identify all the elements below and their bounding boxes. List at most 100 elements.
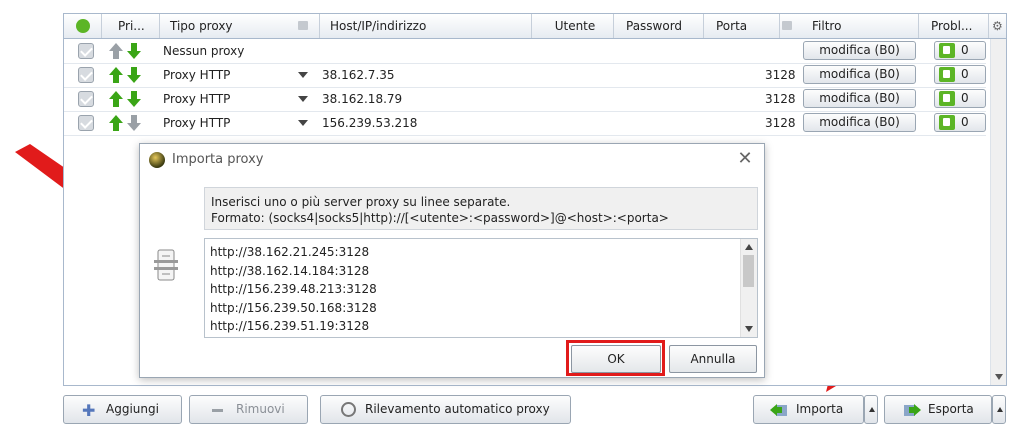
table-header: Pri... Tipo proxy Host/IP/indirizzo Uten… <box>63 13 1007 39</box>
import-icon <box>770 404 787 416</box>
header-problems[interactable]: Probl... <box>919 14 989 38</box>
row-enabled-checkbox[interactable] <box>78 43 94 59</box>
lock-icon <box>298 21 308 30</box>
instruction-line: Inserisci uno o più server proxy su line… <box>211 195 511 209</box>
problems-count: 0 <box>961 91 969 105</box>
problems-count: 0 <box>961 115 969 129</box>
add-button[interactable]: ✚ Aggiungi <box>63 395 182 424</box>
edit-filter-button[interactable]: modifica (B0) <box>803 113 916 132</box>
type-dropdown-icon[interactable] <box>298 72 308 78</box>
row-proxy-type[interactable]: Nessun proxy <box>163 39 244 63</box>
row-host[interactable]: 38.162.7.35 <box>322 63 395 87</box>
thumbs-up-icon <box>939 91 955 106</box>
cancel-button[interactable]: Annulla <box>669 345 757 373</box>
close-icon[interactable]: ✕ <box>736 150 754 168</box>
header-filter[interactable]: Filtro <box>800 14 919 38</box>
header-settings[interactable]: ⚙ <box>989 14 1007 38</box>
document-icon <box>154 249 178 281</box>
proxy-line: http://156.239.51.19:3128 <box>210 319 370 333</box>
type-dropdown-icon[interactable] <box>298 96 308 102</box>
proxy-line: http://38.162.14.184:3128 <box>210 263 370 278</box>
row-proxy-type[interactable]: Proxy HTTP <box>163 63 230 87</box>
edit-filter-button[interactable]: modifica (B0) <box>803 41 916 60</box>
scroll-up-icon[interactable] <box>745 244 753 250</box>
plus-icon: ✚ <box>82 401 96 420</box>
problems-button[interactable]: 0 <box>934 65 986 84</box>
problems-count: 0 <box>961 43 969 57</box>
row-host[interactable]: 38.162.18.79 <box>322 87 402 111</box>
caret-up-icon <box>869 407 875 412</box>
list-scrollbar[interactable] <box>990 39 1006 385</box>
edit-filter-button[interactable]: modifica (B0) <box>803 89 916 108</box>
remove-button-label: Rimuovi <box>236 402 285 416</box>
proxy-list-textarea[interactable]: http://38.162.21.245:3128 http://38.162.… <box>204 238 758 338</box>
table-row[interactable]: Nessun proxy modifica (B0) 0 <box>64 39 986 64</box>
row-port[interactable]: 3128 <box>765 63 796 87</box>
problems-button[interactable]: 0 <box>934 113 986 132</box>
scroll-down-icon[interactable] <box>745 326 753 332</box>
check-header-icon <box>76 19 90 33</box>
edit-filter-button[interactable]: modifica (B0) <box>803 65 916 84</box>
globe-search-icon <box>341 402 356 417</box>
autodetect-proxy-button[interactable]: Rilevamento automatico proxy <box>320 395 571 424</box>
arrow-down-icon[interactable] <box>126 42 142 60</box>
arrow-down-icon[interactable] <box>126 90 142 108</box>
arrow-up-icon[interactable] <box>108 90 124 108</box>
arrow-down-icon[interactable] <box>126 66 142 84</box>
add-button-label: Aggiungi <box>106 402 159 416</box>
remove-button[interactable]: Rimuovi <box>189 395 308 424</box>
row-enabled-checkbox[interactable] <box>78 115 94 131</box>
arrow-up-icon[interactable] <box>108 114 124 132</box>
globe-icon <box>149 152 165 168</box>
import-button-label: Importa <box>796 402 844 416</box>
row-port[interactable]: 3128 <box>765 111 796 135</box>
gear-icon: ⚙ <box>992 19 1003 33</box>
problems-button[interactable]: 0 <box>934 41 986 60</box>
row-proxy-type[interactable]: Proxy HTTP <box>163 87 230 111</box>
table-row[interactable]: Proxy HTTP 38.162.18.79 3128 modifica (B… <box>64 87 986 112</box>
thumbs-up-icon <box>939 67 955 82</box>
caret-up-icon <box>997 407 1003 412</box>
row-host[interactable]: 156.239.53.218 <box>322 111 417 135</box>
header-user[interactable]: Utente <box>532 14 614 38</box>
export-button-label: Esporta <box>928 402 974 416</box>
proxy-line: http://156.239.50.168:3128 <box>210 300 377 315</box>
proxy-line: http://38.162.21.245:3128 <box>210 245 370 259</box>
textarea-scrollbar[interactable] <box>740 239 757 337</box>
row-proxy-type[interactable]: Proxy HTTP <box>163 111 230 135</box>
export-button[interactable]: Esporta <box>884 395 992 424</box>
problems-count: 0 <box>961 67 969 81</box>
scroll-down-icon[interactable] <box>995 374 1003 380</box>
table-row[interactable]: Proxy HTTP 156.239.53.218 3128 modifica … <box>64 111 986 136</box>
header-host[interactable]: Host/IP/indirizzo <box>320 14 532 38</box>
scroll-thumb[interactable] <box>743 255 754 287</box>
problems-button[interactable]: 0 <box>934 89 986 108</box>
lock-icon <box>782 21 792 30</box>
export-icon <box>904 404 921 416</box>
arrow-up-icon[interactable] <box>108 42 124 60</box>
row-enabled-checkbox[interactable] <box>78 67 94 83</box>
row-port[interactable]: 3128 <box>765 87 796 111</box>
arrow-up-icon[interactable] <box>108 66 124 84</box>
instruction-line: Formato: (socks4|socks5|http)://[<utente… <box>211 211 669 225</box>
ok-highlight-box <box>566 340 665 376</box>
textarea-content[interactable]: http://38.162.21.245:3128 http://38.162.… <box>210 243 377 336</box>
row-enabled-checkbox[interactable] <box>78 91 94 107</box>
arrow-down-icon[interactable] <box>126 114 142 132</box>
header-enabled[interactable] <box>64 14 102 38</box>
header-priority[interactable]: Pri... <box>102 14 160 38</box>
import-proxy-dialog: Importa proxy ✕ Inserisci uno o più serv… <box>139 143 765 378</box>
header-password[interactable]: Password <box>614 14 704 38</box>
autodetect-button-label: Rilevamento automatico proxy <box>365 402 550 416</box>
thumbs-up-icon <box>939 43 955 58</box>
import-menu-button[interactable] <box>864 395 878 424</box>
instructions-box: Inserisci uno o più server proxy su line… <box>204 187 758 230</box>
dialog-title: Importa proxy <box>172 152 264 167</box>
proxy-line: http://156.239.48.213:3128 <box>210 282 377 296</box>
export-menu-button[interactable] <box>992 395 1006 424</box>
type-dropdown-icon[interactable] <box>298 120 308 126</box>
import-button[interactable]: Importa <box>753 395 864 424</box>
header-port[interactable]: Porta <box>704 14 780 38</box>
header-lock <box>294 14 320 38</box>
table-row[interactable]: Proxy HTTP 38.162.7.35 3128 modifica (B0… <box>64 63 986 88</box>
